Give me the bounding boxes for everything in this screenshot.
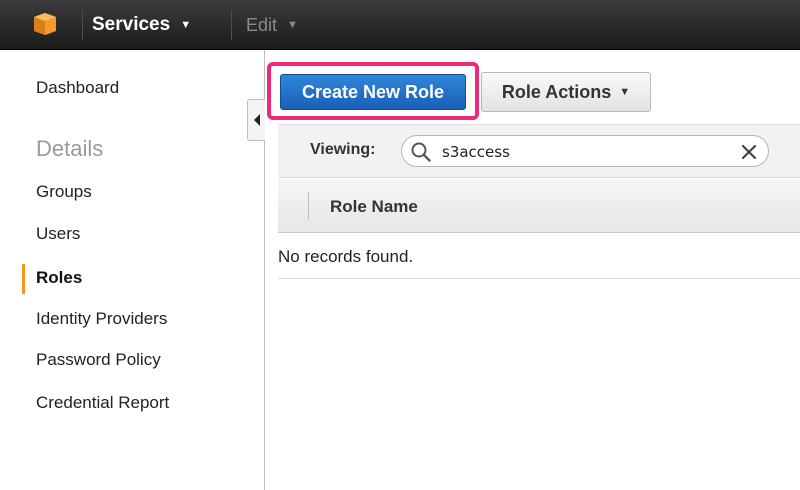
active-indicator [22,264,25,294]
services-label: Services [92,14,171,35]
chevron-down-icon: ▼ [619,86,631,98]
nav-divider [231,10,232,40]
chevron-down-icon: ▼ [180,19,192,31]
aws-cube-icon[interactable] [30,12,60,36]
sidebar: Dashboard Details Groups Users Roles Ide… [0,50,264,490]
sidebar-item-identity-providers[interactable]: Identity Providers [36,309,167,329]
close-icon[interactable] [740,143,758,161]
viewing-label: Viewing: [310,141,376,158]
edit-label: Edit [246,14,278,35]
column-header-role-name[interactable]: Role Name [330,197,418,217]
sidebar-item-groups[interactable]: Groups [36,182,92,202]
column-divider [308,192,309,220]
nav-divider [82,10,83,40]
table-header: Role Name [278,179,800,233]
top-navigation-bar: Services ▼ Edit ▼ [0,0,800,50]
empty-message: No records found. [278,247,414,266]
create-new-role-button[interactable]: Create New Role [280,74,466,110]
search-input[interactable] [442,141,722,163]
chevron-left-icon [253,114,260,126]
sidebar-item-roles[interactable]: Roles [36,268,82,288]
chevron-down-icon: ▼ [287,19,298,31]
services-menu[interactable]: Services ▼ [92,0,191,50]
table-empty-row: No records found. [278,233,800,279]
search-box[interactable] [401,135,769,167]
edit-menu[interactable]: Edit ▼ [246,0,298,50]
collapse-sidebar-button[interactable] [247,99,265,141]
role-actions-label: Role Actions [501,81,612,102]
search-icon [411,142,431,162]
sidebar-heading-details: Details [36,136,104,161]
sidebar-item-users[interactable]: Users [36,224,80,244]
sidebar-item-credential-report[interactable]: Credential Report [36,393,169,413]
role-actions-button[interactable]: Role Actions ▼ [481,72,651,112]
sidebar-item-dashboard[interactable]: Dashboard [36,78,119,98]
sidebar-item-password-policy[interactable]: Password Policy [36,350,161,370]
filter-bar: Viewing: [278,124,800,178]
